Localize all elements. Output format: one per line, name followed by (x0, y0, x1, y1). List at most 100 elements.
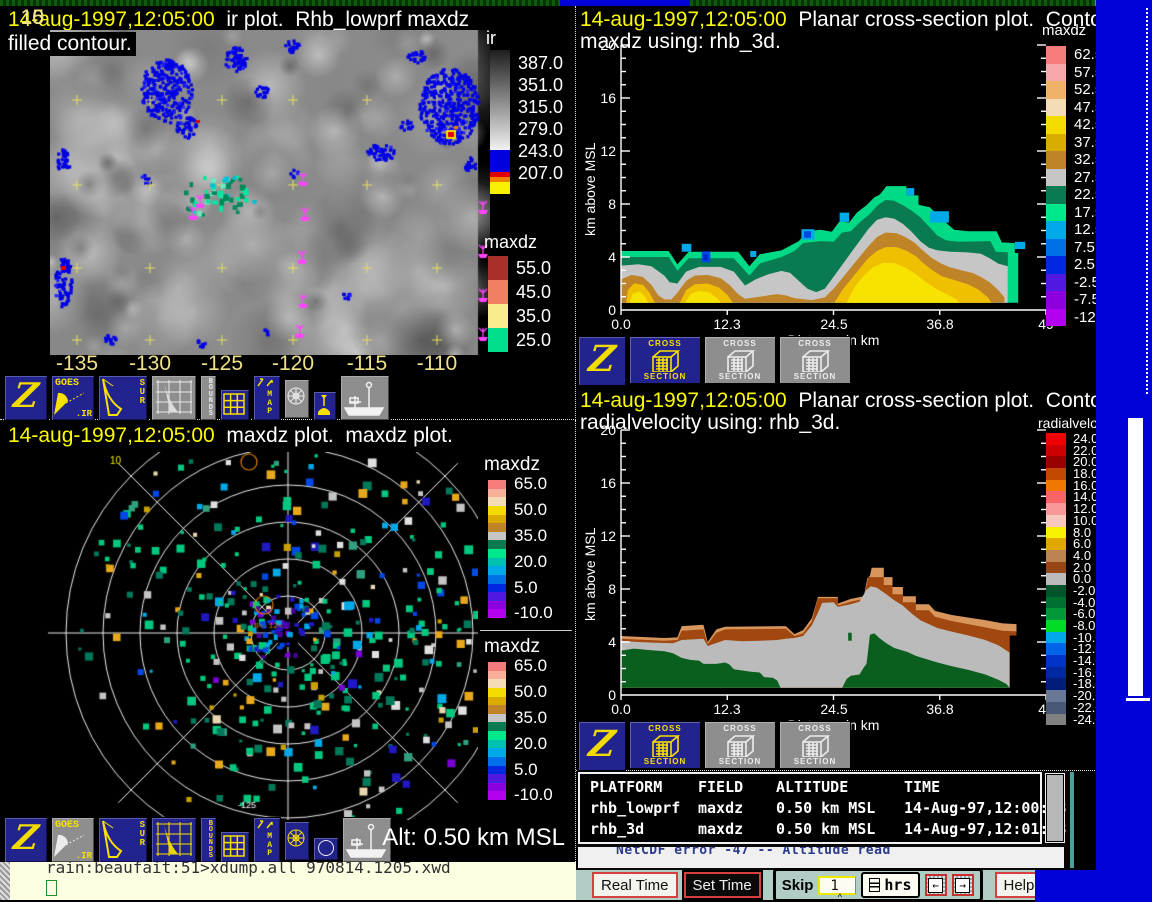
colorbar-segment: 5.0 (488, 766, 553, 775)
plot-title-text: maxdz plot. maxdz plot. (226, 424, 452, 447)
zebra-logo-button[interactable]: Z (578, 336, 626, 386)
colorbar-swatch (488, 592, 506, 601)
y-tick-label: 4 (608, 635, 616, 649)
colorbar-swatch (488, 601, 506, 610)
cross-label: CROSS (723, 724, 756, 733)
goes-ir-button[interactable]: GOES .IR (51, 817, 95, 863)
colorbar-divider (480, 630, 572, 631)
x-tick-label: -110 (417, 352, 457, 376)
units-menu-button[interactable]: hrs (861, 872, 919, 898)
table-header-cell: TIME (904, 777, 1040, 798)
colorbar-segment: 35.0 (488, 304, 551, 328)
right-scrollbar-thumb[interactable] (1128, 418, 1143, 696)
zebra-logo-button[interactable]: Z (578, 721, 626, 771)
colorbar-swatch (488, 679, 506, 688)
y-tick-labels: 201612840 (588, 38, 616, 317)
section-label: SECTION (644, 757, 687, 766)
shell-prompt-line: rain:beaufait:51>xdump.all 970814.1205.x… (46, 862, 576, 877)
colorbar-swatch (488, 558, 506, 567)
y-tick-labels: 201612840 (588, 423, 616, 702)
radar-grid-button[interactable] (151, 817, 197, 863)
colorbar-swatch (1046, 597, 1066, 609)
azimuth-wheel-button[interactable] (284, 821, 310, 861)
goes-label: GOES (55, 820, 79, 831)
cube-icon (648, 733, 682, 757)
radar-grid-button[interactable] (151, 375, 197, 421)
bounds-button[interactable]: BOUNDS (200, 375, 217, 421)
set-time-button[interactable]: Set Time (684, 872, 761, 898)
map-button[interactable]: MAP (253, 817, 281, 863)
colorbar-segment: 20.0 (488, 558, 553, 567)
surveillance-radar-button[interactable]: SUR (98, 817, 148, 863)
netcdf-error-text: NetCDF error -47 -- Altitude read (616, 844, 1064, 858)
colorbar-swatch (1046, 468, 1066, 480)
ir-label: .IR (76, 409, 92, 419)
y-tick-label: 12 (600, 144, 616, 158)
right-arrow-icon: → (955, 878, 970, 893)
colorbar-swatch (1046, 515, 1066, 527)
colorbar-tick-label: 351.0 (518, 75, 563, 96)
zebra-z-glyph: Z (577, 337, 628, 381)
timestamp: 14-aug-1997,12:05:00 (8, 424, 215, 447)
surveillance-radar-button[interactable]: SUR (98, 375, 148, 421)
ir-seg-blue (490, 150, 510, 172)
set-time-label: Set Time (693, 877, 752, 894)
x-tick-label: 24.5 (820, 316, 847, 332)
step-forward-button[interactable]: → (952, 874, 974, 896)
cross-section-button-3[interactable]: CROSS SECTION (779, 336, 851, 384)
colorbar-tick-label: 7.5 (1074, 239, 1095, 257)
grid-button[interactable] (220, 389, 250, 421)
zebra-z-glyph: Z (3, 818, 49, 858)
colorbar-tick-label: 243.0 (518, 141, 563, 162)
step-back-button[interactable]: ← (925, 874, 947, 896)
cube-icon (723, 348, 757, 372)
cross-section-button-2[interactable]: CROSS SECTION (704, 721, 776, 769)
platform-status-table: PLATFORMFIELDALTITUDETIME rhb_lowprfmaxd… (578, 772, 1042, 844)
bounds-button[interactable]: BOUNDS (200, 817, 217, 863)
colorbar-swatch (1046, 491, 1066, 503)
colorbar-swatch (1046, 714, 1066, 726)
grid-button[interactable] (220, 831, 250, 863)
colorbar-swatch (488, 540, 506, 549)
ship-button[interactable] (340, 375, 390, 421)
cross-section-button-1[interactable]: CROSS SECTION (629, 336, 701, 384)
azimuth-wheel-button[interactable] (284, 379, 310, 419)
wheel-icon (285, 822, 307, 858)
xterm-scrollbar[interactable] (0, 862, 10, 900)
zebra-logo-button[interactable]: Z (4, 375, 48, 421)
cross-label: CROSS (648, 339, 681, 348)
circle-button[interactable] (313, 837, 339, 861)
cross-section-button-2[interactable]: CROSS SECTION (704, 336, 776, 384)
cube-icon (798, 348, 832, 372)
altitude-cell: 0.50 km MSL (776, 798, 904, 819)
cross-section-button-1[interactable]: CROSS SECTION (629, 721, 701, 769)
maxdz-ppi-panel: 14-aug-1997,12:05:00 maxdz plot. maxdz p… (0, 420, 576, 862)
radar-grid-icon (152, 818, 194, 860)
table-scrollbar[interactable] (1046, 774, 1064, 842)
help-label: Help (1004, 877, 1035, 894)
colorbar-swatch (488, 304, 508, 328)
colorbar-segment: 20.0 (488, 740, 553, 749)
goes-ir-button[interactable]: GOES .IR (51, 375, 95, 421)
buoy-button[interactable] (313, 391, 337, 421)
real-time-button[interactable]: Real Time (592, 872, 678, 898)
y-tick-label: 16 (600, 476, 616, 490)
colorbar-segment: 35.0 (488, 714, 553, 723)
satellite-ir-image[interactable] (50, 30, 490, 355)
colorbar-swatch (1046, 204, 1066, 222)
x-tick-label: -115 (347, 352, 387, 376)
colorbar-tick-label: 207.0 (518, 163, 563, 184)
radar-ppi-display[interactable] (6, 452, 478, 820)
xterm-window[interactable]: rain:beaufait:51>xdump.all 970814.1205.x… (0, 862, 576, 900)
map-button[interactable]: MAP (253, 375, 281, 421)
maxdz-colorbar-title-1: maxdz (484, 454, 540, 476)
colorbar-swatch (488, 757, 506, 766)
zebra-logo-button[interactable]: Z (4, 817, 48, 863)
colorbar-swatch (1046, 573, 1066, 585)
colorbar-segment: -24.0 (1046, 714, 1103, 726)
colorbar-swatch (1046, 99, 1066, 117)
cross-section-button-3[interactable]: CROSS SECTION (779, 721, 851, 769)
colorbar-swatch (488, 506, 506, 515)
colorbar-tick-label: -10.0 (514, 791, 553, 800)
text-cursor (46, 880, 57, 896)
